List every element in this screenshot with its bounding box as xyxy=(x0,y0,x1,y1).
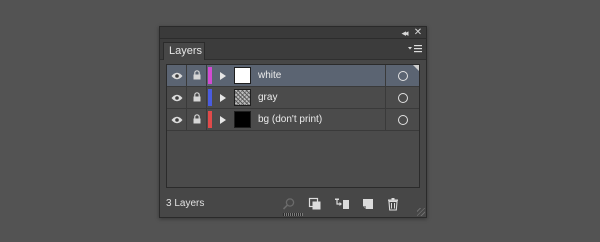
eye-icon xyxy=(171,89,183,107)
make-clipping-mask-icon[interactable] xyxy=(307,197,323,211)
lock-icon xyxy=(193,111,201,129)
lock-toggle[interactable] xyxy=(187,87,207,108)
close-panel-icon[interactable]: ✕ xyxy=(413,27,423,39)
layer-thumbnail xyxy=(234,67,251,84)
layer-color-bar xyxy=(208,89,212,106)
layer-name[interactable]: white xyxy=(258,65,386,86)
target-circle-icon xyxy=(397,114,408,125)
locate-object-icon[interactable] xyxy=(281,197,297,211)
layer-count: 3 Layers xyxy=(166,198,205,209)
lock-toggle[interactable] xyxy=(187,109,207,130)
target-toggle[interactable] xyxy=(386,87,419,108)
lock-toggle[interactable] xyxy=(187,65,207,86)
target-circle-icon xyxy=(397,92,408,103)
panel-titlebar[interactable]: ◂◂ ✕ xyxy=(160,27,426,39)
expand-toggle[interactable] xyxy=(217,87,229,108)
selection-corner-indicator xyxy=(413,65,419,71)
layer-name[interactable]: gray xyxy=(258,87,386,108)
layers-panel: ◂◂ ✕ Layers white gray bg (don't print) … xyxy=(159,26,427,218)
eye-icon xyxy=(171,67,183,85)
new-layer-icon[interactable] xyxy=(360,197,376,211)
target-toggle[interactable] xyxy=(386,65,419,86)
visibility-toggle[interactable] xyxy=(167,87,187,108)
panel-drag-grip[interactable] xyxy=(283,213,303,216)
triangle-right-icon xyxy=(220,111,226,129)
eye-icon xyxy=(171,111,183,129)
layer-color-bar xyxy=(208,67,212,84)
layer-thumbnail xyxy=(234,111,251,128)
expand-toggle[interactable] xyxy=(217,65,229,86)
create-sublayer-icon[interactable] xyxy=(334,197,350,211)
target-toggle[interactable] xyxy=(386,109,419,130)
panel-menu-icon[interactable] xyxy=(408,44,422,54)
lock-icon xyxy=(193,89,201,107)
trash-icon[interactable] xyxy=(385,197,401,211)
collapse-panel-icon[interactable]: ◂◂ xyxy=(398,27,410,39)
layer-color-bar xyxy=(208,111,212,128)
expand-toggle[interactable] xyxy=(217,109,229,130)
layer-row[interactable]: white xyxy=(167,65,419,87)
layer-row[interactable]: gray xyxy=(167,87,419,109)
target-circle-icon xyxy=(397,70,408,81)
visibility-toggle[interactable] xyxy=(167,65,187,86)
lock-icon xyxy=(193,67,201,85)
panel-tabbar: Layers xyxy=(160,39,426,60)
visibility-toggle[interactable] xyxy=(167,109,187,130)
layer-row[interactable]: bg (don't print) xyxy=(167,109,419,131)
layer-name[interactable]: bg (don't print) xyxy=(258,109,386,130)
panel-footer: 3 Layers xyxy=(160,192,426,217)
layer-thumbnail xyxy=(234,89,251,106)
layers-list: white gray bg (don't print) xyxy=(166,64,420,188)
triangle-right-icon xyxy=(220,67,226,85)
triangle-right-icon xyxy=(220,89,226,107)
tab-layers[interactable]: Layers xyxy=(163,42,205,60)
resize-handle-icon[interactable] xyxy=(417,208,425,216)
